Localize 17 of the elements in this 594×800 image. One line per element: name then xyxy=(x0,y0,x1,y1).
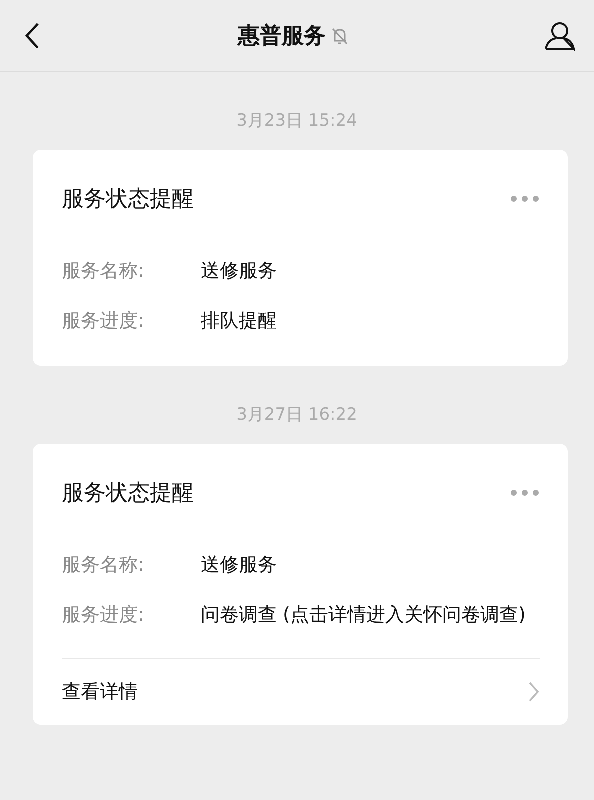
profile-button[interactable] xyxy=(544,20,576,50)
field-label: 服务进度: xyxy=(62,309,146,333)
chevron-right-icon xyxy=(528,681,540,703)
timestamp: 3月23日 15:24 xyxy=(236,110,358,132)
card-title: 服务状态提醒 xyxy=(62,480,194,508)
timestamp: 3月27日 16:22 xyxy=(236,404,358,426)
field-value: 排队提醒 xyxy=(201,309,277,334)
field-value: 送修服务 xyxy=(201,259,277,284)
field-label: 服务名称: xyxy=(62,553,146,577)
chat-title: 惠普服务 xyxy=(238,22,326,50)
person-icon xyxy=(544,20,576,50)
field-label: 服务名称: xyxy=(62,259,146,283)
field-value: 送修服务 xyxy=(201,553,277,578)
details-link[interactable]: 查看详情 xyxy=(62,679,138,705)
field-label: 服务进度: xyxy=(62,603,146,627)
card-title: 服务状态提醒 xyxy=(62,186,194,214)
field-value: 问卷调查 (点击详情进入关怀问卷调查) xyxy=(201,603,526,628)
